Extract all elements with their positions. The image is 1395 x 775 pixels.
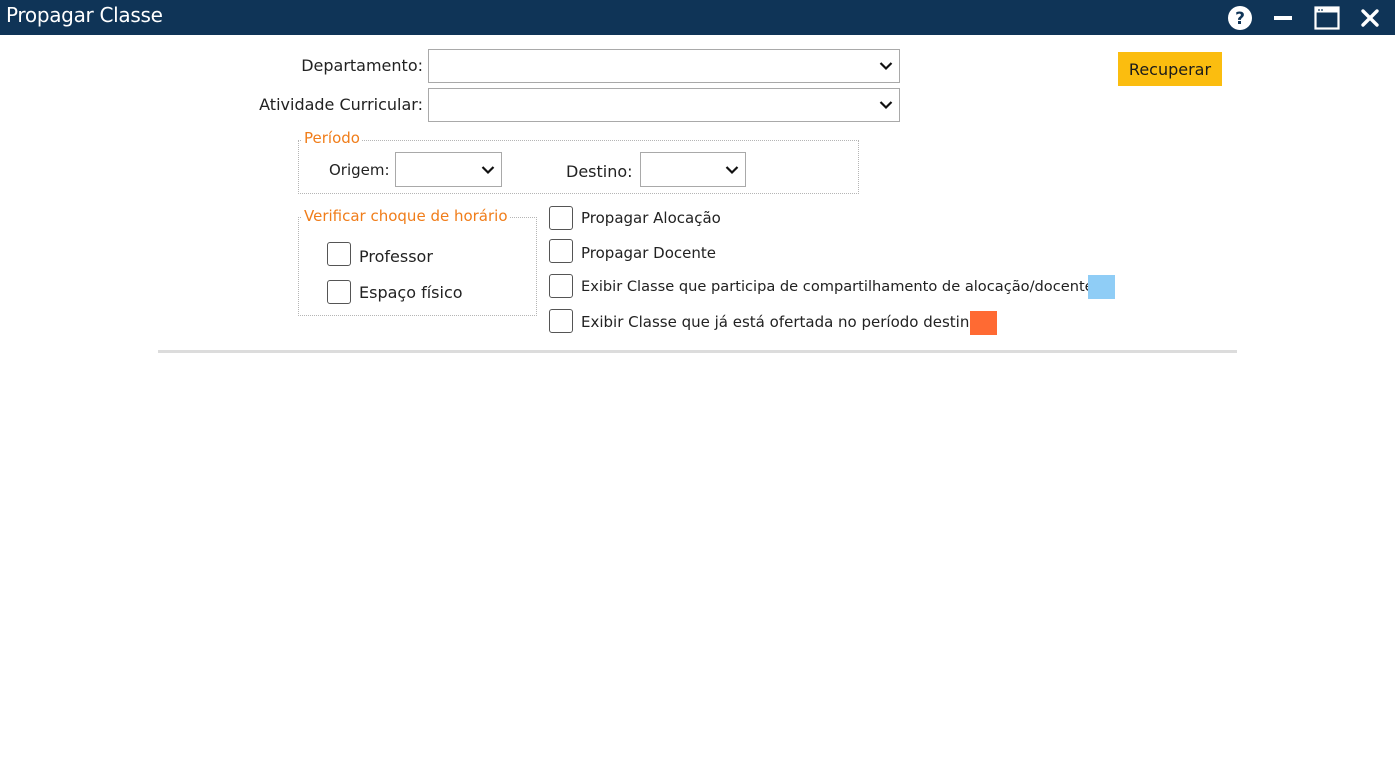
propagar-alocacao-label: Propagar Alocação [581,209,721,227]
recuperar-button[interactable]: Recuperar [1118,52,1222,86]
maximize-icon [1314,5,1340,30]
window-title: Propagar Classe [6,3,163,27]
propagar-docente-checkbox[interactable] [549,239,573,263]
espaco-fisico-checkbox[interactable] [327,280,351,304]
periodo-legend: Período [302,129,362,147]
chevron-down-icon [481,165,495,174]
chevron-down-icon [879,101,893,110]
minimize-icon [1274,15,1292,20]
destino-label: Destino: [566,162,633,181]
ofertada-color-swatch [970,311,997,335]
origem-select[interactable] [395,152,502,187]
compartilhamento-color-swatch [1088,275,1115,299]
maximize-button[interactable] [1313,0,1341,35]
exibir-ofertada-checkbox[interactable] [549,309,573,333]
atividade-curricular-select[interactable] [428,88,900,122]
propagar-docente-label: Propagar Docente [581,244,716,262]
title-bar: Propagar Classe ? [0,0,1395,35]
close-icon [1361,8,1379,27]
departamento-select[interactable] [428,49,900,83]
section-divider [158,350,1237,353]
origem-label: Origem: [329,161,390,179]
departamento-label: Departamento: [301,56,423,75]
help-icon: ? [1228,5,1252,30]
verificar-choque-legend: Verificar choque de horário [302,207,510,225]
svg-text:?: ? [1235,9,1245,29]
professor-checkbox[interactable] [327,242,351,266]
atividade-curricular-label: Atividade Curricular: [259,95,423,114]
espaco-fisico-label: Espaço físico [359,283,463,302]
destino-select[interactable] [640,152,746,187]
exibir-compartilhamento-label: Exibir Classe que participa de compartil… [581,278,1094,295]
propagar-alocacao-checkbox[interactable] [549,206,573,230]
help-button[interactable]: ? [1226,0,1254,35]
chevron-down-icon [725,165,739,174]
exibir-compartilhamento-checkbox[interactable] [549,274,573,298]
exibir-ofertada-label: Exibir Classe que já está ofertada no pe… [581,313,979,331]
chevron-down-icon [879,62,893,71]
professor-label: Professor [359,247,433,266]
minimize-button[interactable] [1270,0,1296,35]
close-button[interactable] [1357,0,1383,35]
